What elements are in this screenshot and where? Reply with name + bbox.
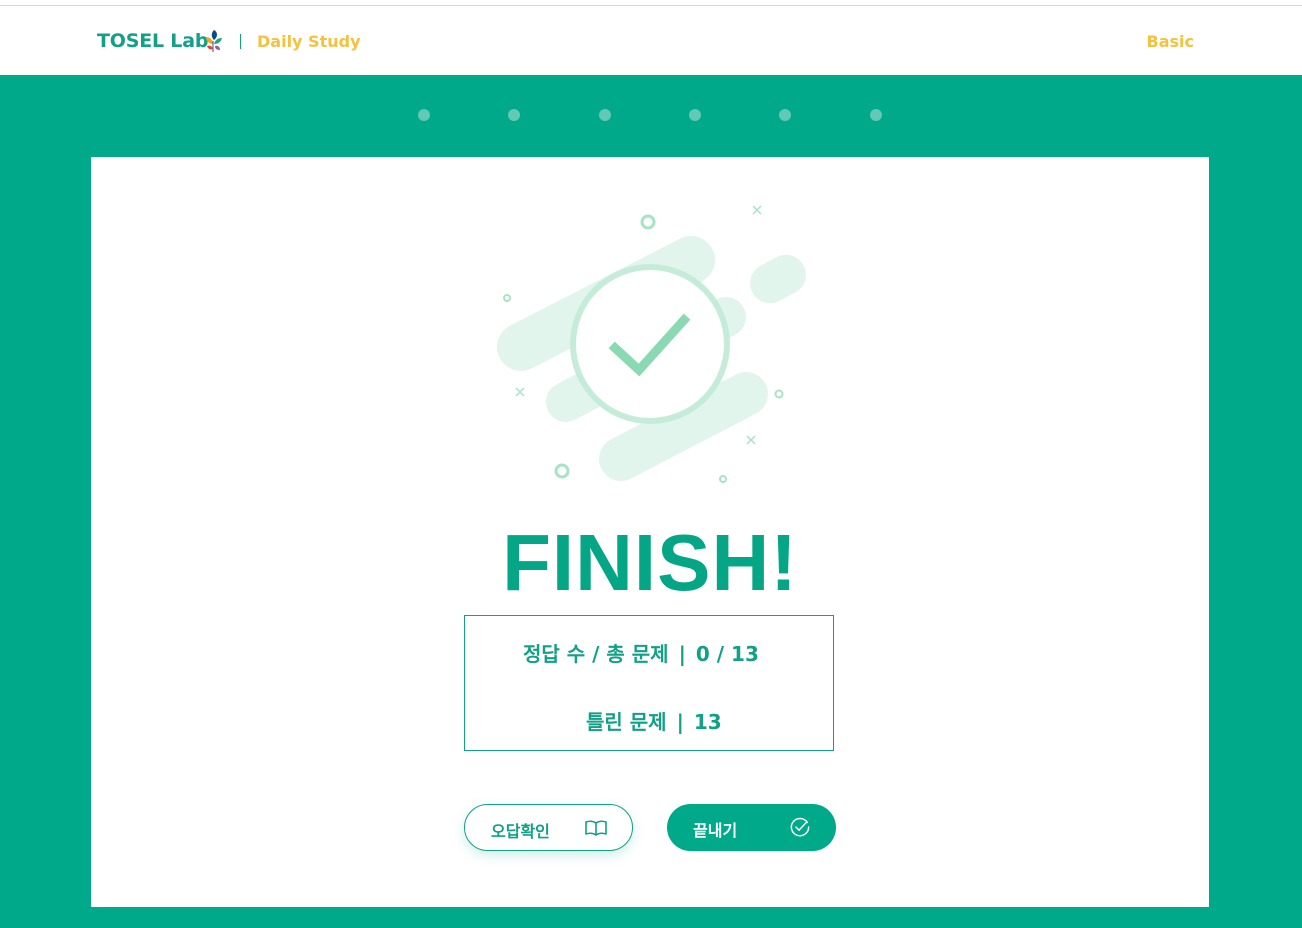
progress-dot xyxy=(870,109,882,121)
top-header: TOSEL Lab Daily Study Basic xyxy=(0,6,1302,75)
wrong-count-label: 틀린 문제 xyxy=(586,710,667,734)
open-book-icon xyxy=(585,820,607,836)
wrong-count-value: 13 xyxy=(693,710,722,734)
review-button-label: 오답확인 xyxy=(491,822,550,841)
score-summary-box: 정답 수 / 총 문제 | 0 / 13 틀린 문제 | 13 xyxy=(464,615,834,751)
brand-name[interactable]: TOSEL Lab xyxy=(97,30,208,52)
wrong-count-row: 틀린 문제 | 13 xyxy=(586,706,722,735)
section-title: Daily Study xyxy=(257,32,361,51)
progress-dot xyxy=(689,109,701,121)
progress-dot xyxy=(418,109,430,121)
correct-count-label: 정답 수 / 총 문제 xyxy=(523,642,669,666)
correct-count-row: 정답 수 / 총 문제 | 0 / 13 xyxy=(523,638,759,667)
finish-button[interactable]: 끝내기 xyxy=(667,804,836,851)
progress-dot xyxy=(779,109,791,121)
level-label: Basic xyxy=(1146,32,1194,51)
progress-dot xyxy=(508,109,520,121)
check-circle-icon xyxy=(497,205,806,483)
result-card: FINISH! 정답 수 / 총 문제 | 0 / 13 틀린 문제 | 13 오답확인… xyxy=(91,157,1209,907)
row-separator: | xyxy=(676,710,684,734)
progress-dot xyxy=(599,109,611,121)
review-wrong-answers-button[interactable]: 오답확인 xyxy=(464,804,633,851)
finish-title: FINISH! xyxy=(502,518,798,607)
progress-dots xyxy=(0,109,1302,123)
correct-count-value: 0 / 13 xyxy=(695,642,759,666)
leaf-logo-icon xyxy=(206,30,222,52)
header-divider xyxy=(240,34,241,49)
row-separator: | xyxy=(678,642,686,666)
finish-button-label: 끝내기 xyxy=(693,821,738,840)
check-circle-small-icon xyxy=(790,817,810,837)
